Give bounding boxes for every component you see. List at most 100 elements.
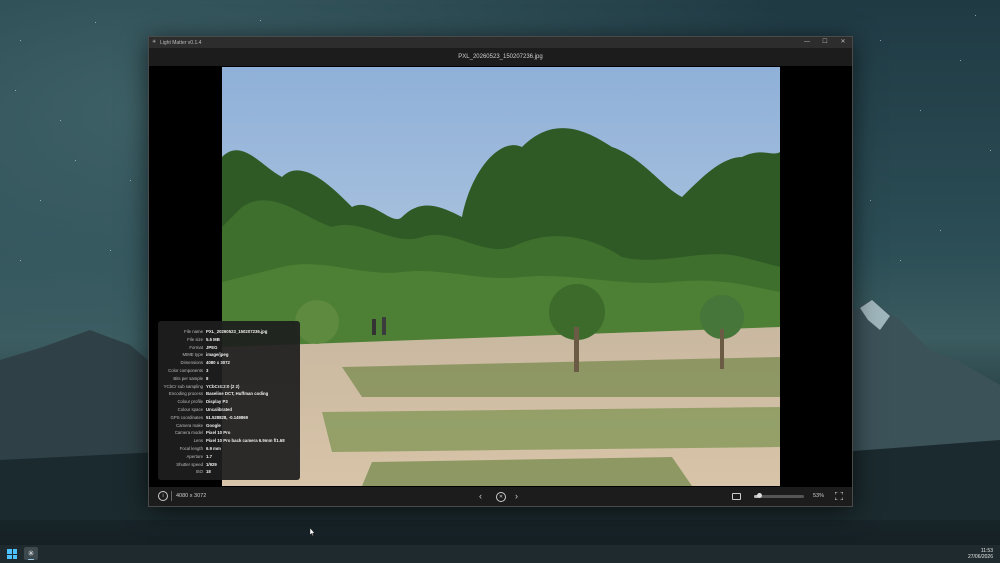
metadata-label: Camera model [174,430,203,436]
app-icon: ✳ [152,39,157,45]
metadata-label: GPS coordinates [170,414,203,420]
metadata-value: 5.5 MB [206,336,220,342]
metadata-label: Format [189,344,203,350]
metadata-label: Bits per sample [173,375,203,381]
metadata-row: YCbCr sub sampling YCbCr4:2:0 (2 2) [158,383,300,391]
metadata-row: Camera make Google [158,422,300,430]
mouse-cursor-icon [310,528,315,536]
metadata-value: Pixel 10 Pro [206,430,231,436]
zoom-slider[interactable] [754,493,804,498]
metadata-row: Color components 3 [158,367,300,375]
image-viewport[interactable]: File name PXL_20260523_150207236.jpg File … [149,66,852,487]
photo-image[interactable] [222,67,780,486]
metadata-value: 18 [206,469,211,475]
metadata-row: Format JPEG [158,344,300,352]
metadata-label: Shutter speed [176,461,203,467]
star [40,200,41,201]
maximize-button[interactable]: ☐ [816,37,834,48]
star [260,20,261,21]
viewer-window: ✳ Light Matter v0.1.4 — ☐ ✕ PXL_20260523… [148,36,853,507]
star [95,22,96,23]
minimize-button[interactable]: — [798,37,816,48]
bottom-toolbar: i 4080 x 3072 ‹ ✕ › 53% [149,487,852,506]
fit-to-window-icon[interactable] [732,493,741,500]
metadata-value: PXL_20260523_150207236.jpg [206,329,268,334]
fullscreen-icon[interactable] [835,492,843,500]
star [60,120,61,121]
star [20,40,21,41]
metadata-label: Lens [193,438,203,444]
windows-start-icon[interactable] [7,549,17,559]
zoom-percentage: 53% [813,493,825,499]
metadata-row: Dimensions 4080 x 3072 [158,359,300,367]
star [975,15,976,16]
metadata-value: 51.528828, -0.149869 [206,414,249,420]
star [960,60,961,61]
next-image-button[interactable]: › [515,487,518,506]
metadata-row: Lens Pixel 10 Pro back camera 6.9mm f/1.6… [158,437,300,445]
metadata-value: 3 [206,367,209,373]
image-dimensions: 4080 x 3072 [176,493,207,499]
star [880,40,881,41]
filename-header: PXL_20260523_150207236.jpg [149,48,852,66]
metadata-value: 1/929 [206,461,217,467]
info-icon[interactable]: i [158,491,168,501]
metadata-value: image/jpeg [206,352,229,358]
metadata-row: ISO 18 [158,468,300,476]
metadata-value: 1.7 [206,453,212,459]
metadata-value: JPEG [206,344,218,350]
metadata-row: Colour space Uncalibrated [158,406,300,414]
metadata-label: MIME type [182,352,203,358]
metadata-value: Uncalibrated [206,406,233,412]
star [900,260,901,261]
metadata-label: File size [187,336,203,342]
metadata-label: Dimensions [180,360,203,366]
metadata-value: 6.9 mm [206,445,221,451]
metadata-value: YCbCr4:2:0 (2 2) [206,383,240,389]
star [940,230,941,231]
metadata-row: Camera model Pixel 10 Pro [158,429,300,437]
metadata-label: ISO [195,469,203,475]
metadata-panel: File name PXL_20260523_150207236.jpg File … [158,321,300,480]
metadata-row: File name PXL_20260523_150207236.jpg [158,328,300,336]
metadata-label: Encoding process [168,391,203,397]
clock-date: 27/06/2026 [967,554,993,560]
metadata-label: File name [184,329,203,334]
close-button[interactable]: ✕ [834,37,852,48]
metadata-value: 4080 x 3072 [206,360,230,366]
metadata-label: YCbCr sub sampling [163,383,203,389]
star [20,260,21,261]
metadata-value: Pixel 10 Pro back camera 6.9mm f/1.68 [206,438,285,444]
system-clock[interactable]: 11:53 27/06/2026 [968,548,993,560]
metadata-value: 8 [206,375,209,381]
star [110,250,111,251]
metadata-label: Colour space [177,406,203,412]
star [870,200,871,201]
close-image-button[interactable]: ✕ [496,492,506,502]
metadata-row: Aperture 1.7 [158,453,300,461]
metadata-row: Encoding process Baseline DCT, Huffman co… [158,390,300,398]
star [990,150,991,151]
light-matter-taskbar-icon[interactable]: ✳ [24,547,38,560]
previous-image-button[interactable]: ‹ [479,487,482,506]
star [75,160,76,161]
metadata-value: Baseline DCT, Huffman coding [206,391,269,397]
metadata-row: File size 5.5 MB [158,336,300,344]
metadata-label: Aperture [186,453,203,459]
taskbar: ✳ 11:53 27/06/2026 [0,545,1000,563]
metadata-row: Bits per sample 8 [158,375,300,383]
metadata-row: Focal length 6.9 mm [158,445,300,453]
metadata-value: Google [206,422,221,428]
title-bar[interactable]: ✳ Light Matter v0.1.4 — ☐ ✕ [149,37,852,48]
star [130,180,131,181]
star [15,90,16,91]
app-title: Light Matter v0.1.4 [160,39,202,46]
metadata-row: GPS coordinates 51.528828, -0.149869 [158,414,300,422]
metadata-label: Color components [168,367,203,373]
metadata-row: Colour profile Display P3 [158,398,300,406]
metadata-value: Display P3 [206,399,228,405]
metadata-row: Shutter speed 1/929 [158,461,300,469]
metadata-label: Colour profile [177,399,203,405]
zoom-slider-thumb[interactable] [756,493,762,498]
metadata-label: Camera make [176,422,203,428]
